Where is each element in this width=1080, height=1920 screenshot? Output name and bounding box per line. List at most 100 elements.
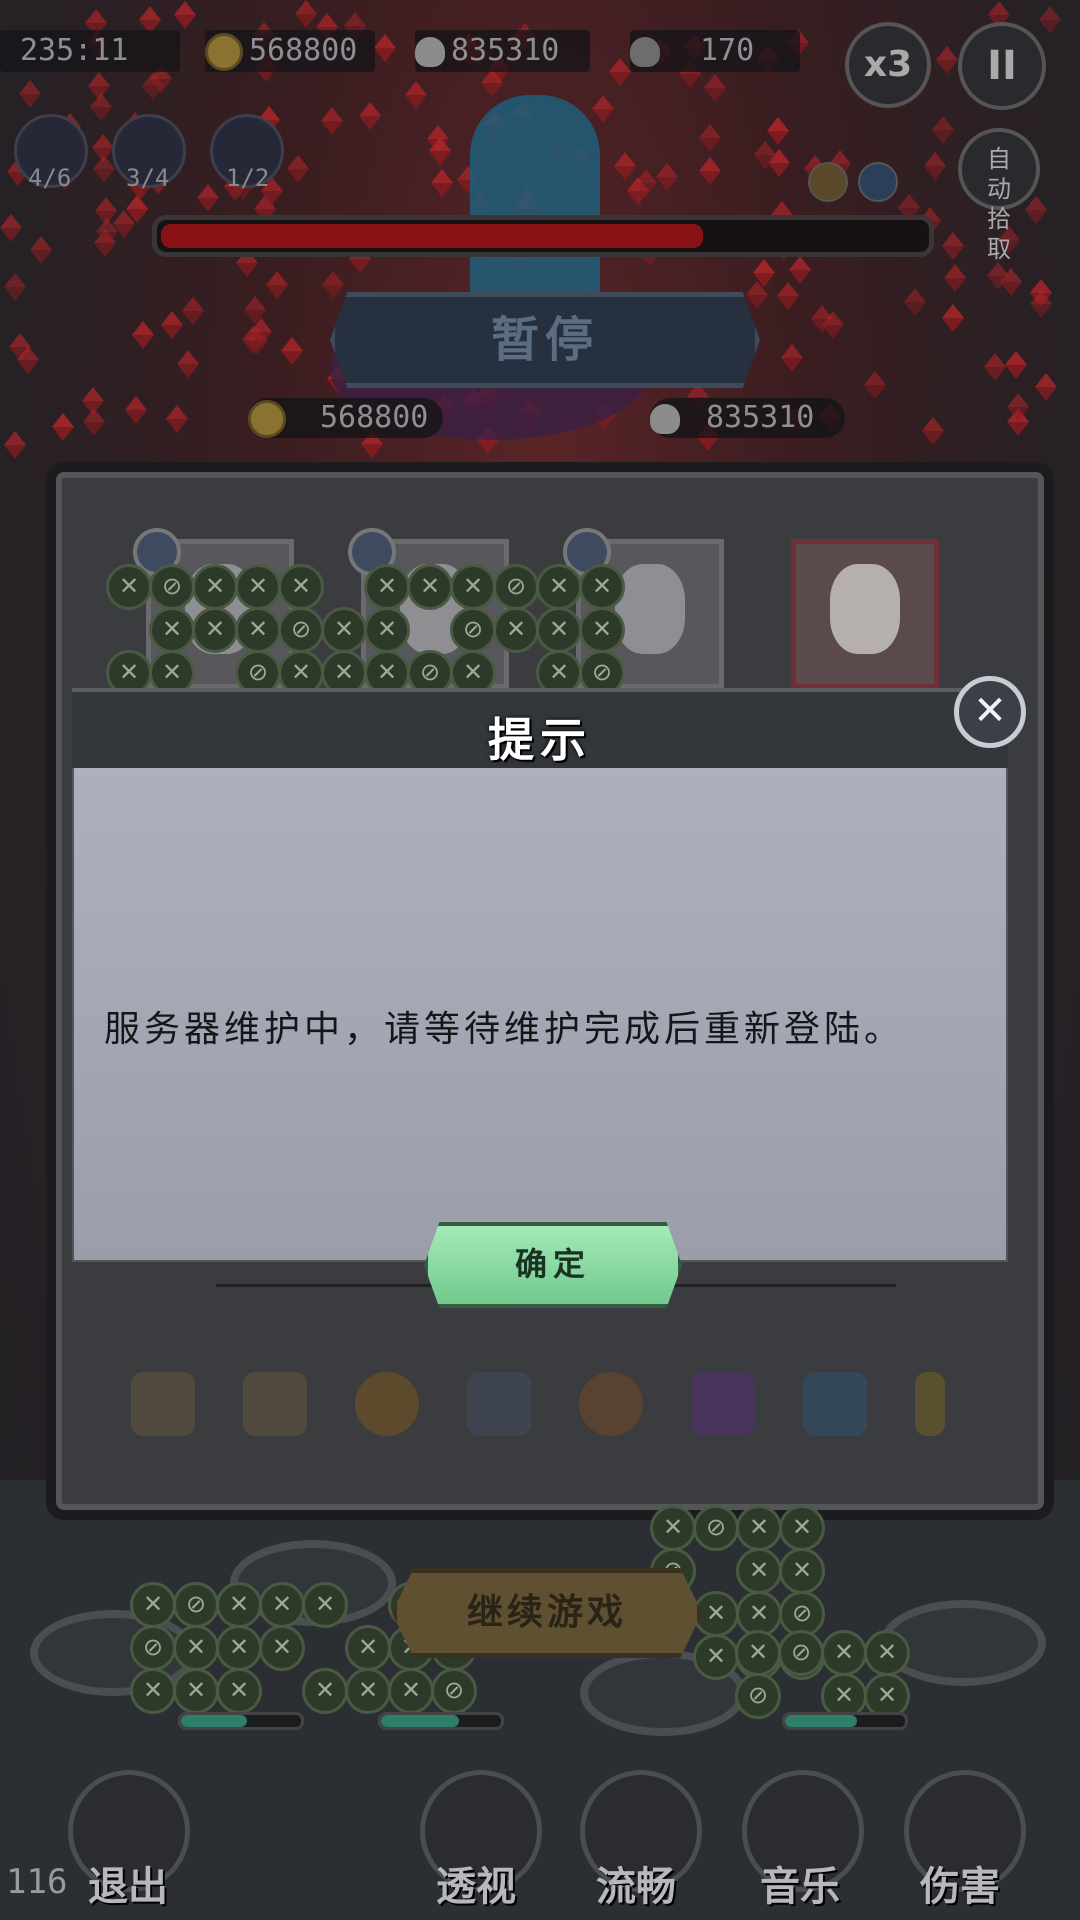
red-gem: [132, 321, 154, 349]
buff-rune-icon: ✕: [259, 1625, 305, 1671]
unit-hp-bar: [178, 1712, 304, 1730]
buff-rune-icon: ✕: [364, 607, 410, 653]
red-gem: [359, 102, 381, 130]
red-gem: [321, 107, 343, 135]
speed-button[interactable]: x3: [845, 22, 931, 108]
muscle-icon[interactable]: [579, 1372, 643, 1436]
wave-counter: 116: [6, 1862, 68, 1902]
red-gem: [85, 9, 107, 37]
music-label[interactable]: 音乐: [760, 1854, 840, 1912]
red-gem: [864, 371, 886, 399]
buff-rune-icon: ✕: [650, 1505, 696, 1551]
buff-rune-icon: ✕: [216, 1625, 262, 1671]
smooth-label[interactable]: 流畅: [596, 1854, 676, 1912]
xray-label[interactable]: 透视: [436, 1854, 516, 1912]
red-gem: [83, 408, 105, 436]
hero-card-rabbit[interactable]: [791, 539, 939, 689]
buff-rune-icon: ✕: [345, 1625, 391, 1671]
buff-rune-icon: ✕: [779, 1505, 825, 1551]
exit-label[interactable]: 退出: [88, 1854, 168, 1912]
buff-rune-icon: ✕: [736, 1548, 782, 1594]
damage-label[interactable]: 伤害: [920, 1854, 1000, 1912]
skull-icon: [650, 403, 680, 434]
buff-rune-icon: ✕: [493, 607, 539, 653]
figure-icon[interactable]: [691, 1372, 755, 1436]
red-gem: [88, 72, 110, 100]
buff-rune-icon: ⊘: [493, 564, 539, 610]
buff-rune-icon: ✕: [864, 1630, 910, 1676]
red-gem: [316, 13, 338, 41]
red-gem: [789, 256, 811, 284]
red-gem: [936, 46, 958, 74]
red-gem: [592, 95, 614, 123]
puppet-icon[interactable]: [131, 1372, 195, 1436]
summary-kills: 835310: [650, 398, 845, 438]
red-gem: [932, 116, 954, 144]
dialog-title: 提示: [488, 713, 592, 767]
buff-rune-icon: ✕: [192, 607, 238, 653]
skill-count: 1/2: [226, 164, 270, 192]
spear-icon[interactable]: [467, 1372, 531, 1436]
red-gem: [182, 297, 204, 325]
summary-coin-value: 568800: [320, 400, 429, 435]
red-gem: [139, 6, 161, 34]
buff-rune-icon: ✕: [407, 564, 453, 610]
red-gem: [4, 273, 26, 301]
buff-rune-icon: ✕: [450, 564, 496, 610]
red-gem: [811, 305, 833, 333]
red-gem: [295, 0, 317, 28]
red-gem: [161, 311, 183, 339]
red-gem: [781, 344, 803, 372]
buff-rune-icon: ✕: [693, 1634, 739, 1680]
shield-icon[interactable]: [803, 1372, 867, 1436]
buff-rune-icon: ⊘: [450, 607, 496, 653]
boss-sprite: [470, 95, 600, 325]
buff-rune-icon: ⊘: [149, 564, 195, 610]
red-gem: [1039, 6, 1061, 34]
dialog-message: 服务器维护中，请等待维护完成后重新登陆。: [104, 1009, 905, 1050]
red-gem: [904, 288, 926, 316]
skill-count: 3/4: [126, 164, 170, 192]
buff-rune-icon: ✕: [278, 564, 324, 610]
buff-rune-icon: ⊘: [278, 607, 324, 653]
pause-button[interactable]: II: [958, 22, 1046, 110]
buff-rune-icon: ✕: [130, 1582, 176, 1628]
red-gem: [344, 12, 366, 40]
gold-coin-icon[interactable]: [355, 1372, 419, 1436]
red-gem: [374, 34, 396, 62]
buff-rune-icon: ✕: [536, 607, 582, 653]
red-gem: [166, 405, 188, 433]
red-gem: [988, 1, 1010, 29]
buff-rune-icon: ⊘: [431, 1668, 477, 1714]
red-gem: [609, 58, 631, 86]
red-gem: [1035, 373, 1057, 401]
boss-hp-bar: [152, 215, 934, 257]
buff-rune-icon: ⊘: [130, 1625, 176, 1671]
buff-rune-icon: ✕: [579, 564, 625, 610]
red-gem: [924, 152, 946, 180]
red-gem: [52, 413, 74, 441]
red-gem: [699, 124, 721, 152]
boss-counter: 170: [630, 30, 800, 72]
red-gem: [704, 74, 726, 102]
crescent-icon[interactable]: [915, 1372, 945, 1436]
buff-rune-icon: ✕: [321, 607, 367, 653]
continue-game-button[interactable]: 继续游戏: [392, 1568, 702, 1658]
red-gem: [1005, 351, 1027, 379]
buff-rune-icon: ✕: [173, 1668, 219, 1714]
skill-count: 4/6: [28, 164, 72, 192]
red-gem: [125, 396, 147, 424]
confirm-button[interactable]: 确定: [424, 1222, 682, 1308]
buff-rune-icon: ✕: [235, 607, 281, 653]
red-gem: [92, 134, 114, 162]
red-gem: [777, 282, 799, 310]
red-gem: [244, 296, 266, 324]
buff-rune-icon: ✕: [345, 1668, 391, 1714]
red-gem: [614, 152, 636, 180]
close-icon[interactable]: ✕: [954, 676, 1026, 748]
crossed-knives-icon[interactable]: [243, 1372, 307, 1436]
auto-pickup-button[interactable]: 自动拾取: [958, 128, 1040, 263]
coin-icon: [248, 399, 286, 438]
summary-coins: 568800: [248, 398, 443, 438]
buff-rune-icon: ✕: [735, 1630, 781, 1676]
